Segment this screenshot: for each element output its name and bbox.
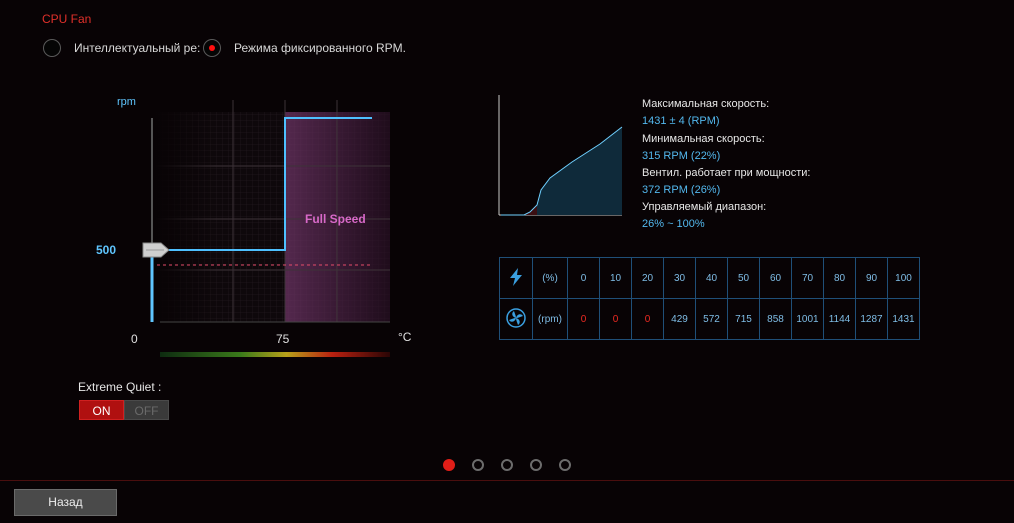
mini-fan-curve-chart bbox=[498, 95, 623, 216]
rpm-cell: 0 bbox=[631, 298, 664, 340]
percent-cell: 80 bbox=[823, 257, 856, 299]
start-power-value: 372 RPM (26%) bbox=[642, 184, 721, 196]
percent-cell: 90 bbox=[855, 257, 888, 299]
percent-cell: 70 bbox=[791, 257, 824, 299]
power-row: (%) 0 10 20 30 40 50 60 70 80 90 100 bbox=[499, 257, 920, 299]
fan-icon bbox=[499, 298, 533, 340]
rpm-cell: 1001 bbox=[791, 298, 824, 340]
plot-left-fade bbox=[155, 112, 215, 322]
rpm-cell: 1431 bbox=[887, 298, 920, 340]
x-tick-75: 75 bbox=[276, 332, 290, 346]
page-dot-3[interactable] bbox=[501, 459, 513, 471]
x-axis-unit: °C bbox=[398, 330, 412, 344]
back-button[interactable]: Назад bbox=[14, 489, 117, 516]
y-axis-unit: rpm bbox=[117, 96, 136, 108]
rpm-cell: 0 bbox=[599, 298, 632, 340]
page-dot-2[interactable] bbox=[472, 459, 484, 471]
min-speed-label: Минимальная скорость: bbox=[642, 133, 765, 145]
full-speed-label: Full Speed bbox=[305, 212, 366, 226]
rpm-cell: 1144 bbox=[823, 298, 856, 340]
footer-divider bbox=[0, 480, 1014, 481]
max-speed-value: 1431 ± 4 (RPM) bbox=[642, 115, 720, 127]
fan-speed-table: (%) 0 10 20 30 40 50 60 70 80 90 100 (rp… bbox=[499, 257, 920, 340]
range-value: 26% ~ 100% bbox=[642, 218, 705, 230]
current-rpm-value: 500 bbox=[96, 243, 117, 257]
percent-cell: 20 bbox=[631, 257, 664, 299]
percent-cell: 10 bbox=[599, 257, 632, 299]
extreme-quiet-on-button[interactable]: ON bbox=[79, 400, 124, 420]
temperature-gradient-bar bbox=[160, 352, 390, 357]
extreme-quiet-off-button[interactable]: OFF bbox=[124, 400, 169, 420]
x-tick-0: 0 bbox=[131, 332, 138, 346]
lightning-icon bbox=[499, 257, 533, 299]
max-speed-label: Максимальная скорость: bbox=[642, 98, 770, 110]
percent-cell: 60 bbox=[759, 257, 792, 299]
percent-cell: 40 bbox=[695, 257, 728, 299]
rpm-cell: 572 bbox=[695, 298, 728, 340]
rpm-cell: 858 bbox=[759, 298, 792, 340]
percent-cell: 30 bbox=[663, 257, 696, 299]
rpm-row-label: (rpm) bbox=[532, 298, 568, 340]
percent-cell: 50 bbox=[727, 257, 760, 299]
range-label: Управляемый диапазон: bbox=[642, 201, 767, 213]
page-dot-1[interactable] bbox=[443, 459, 455, 471]
rpm-cell: 1287 bbox=[855, 298, 888, 340]
percent-cell: 100 bbox=[887, 257, 920, 299]
page-dot-5[interactable] bbox=[559, 459, 571, 471]
power-row-label: (%) bbox=[532, 257, 568, 299]
extreme-quiet-label: Extreme Quiet : bbox=[78, 380, 162, 394]
rpm-cell: 0 bbox=[567, 298, 600, 340]
min-speed-value: 315 RPM (22%) bbox=[642, 150, 721, 162]
rpm-cell: 715 bbox=[727, 298, 760, 340]
page-dot-4[interactable] bbox=[530, 459, 542, 471]
rpm-row: (rpm) 0 0 0 429 572 715 858 1001 1144 12… bbox=[499, 298, 920, 340]
percent-cell: 0 bbox=[567, 257, 600, 299]
start-power-label: Вентил. работает при мощности: bbox=[642, 167, 811, 179]
rpm-cell: 429 bbox=[663, 298, 696, 340]
